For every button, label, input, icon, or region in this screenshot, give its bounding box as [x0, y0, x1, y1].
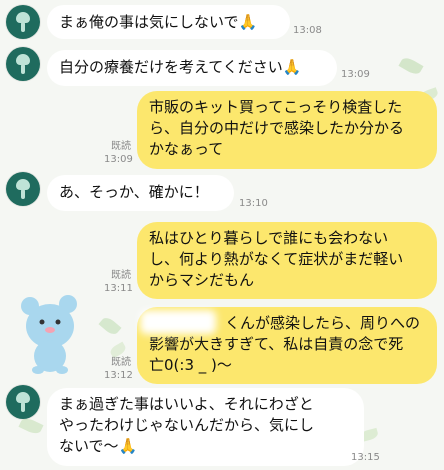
message-line: ら、自分の中だけで感染したか分かる — [149, 119, 405, 137]
message-time: 13:12 — [104, 370, 133, 381]
message-text: 自分の療養だけを考えてください🙏 — [59, 58, 302, 76]
message-bubble-incoming[interactable]: まぁ過ぎた事はいいよ、それにわざと やったわけじゃないんだから、気にし ないで〜… — [47, 388, 364, 466]
avatar-icon[interactable] — [6, 5, 40, 39]
message-line: からマシだもん — [149, 271, 255, 289]
message-line: 亡0(:3 _ )〜 — [149, 356, 232, 374]
message-time: 13:11 — [104, 283, 133, 294]
message-bubble-incoming[interactable]: あ、そっか、確かに！ — [47, 175, 234, 211]
message-time: 13:15 — [351, 452, 380, 463]
message-bubble-outgoing[interactable]: 市販のキット買ってこっそり検査した ら、自分の中だけで感染したか分かる かなぁっ… — [137, 91, 437, 169]
message-time: 13:10 — [239, 198, 268, 209]
avatar-icon[interactable] — [6, 172, 40, 206]
message-time: 13:09 — [341, 69, 370, 80]
message-line: 私はひとり暮らしで誰にも会わない — [149, 229, 389, 247]
avatar-icon[interactable] — [6, 47, 40, 81]
message-line: かなぁって — [149, 140, 224, 158]
message-time: 13:09 — [104, 154, 133, 165]
message-text: くんが感染したら、周りへの — [225, 314, 421, 332]
avatar-icon[interactable] — [6, 385, 40, 419]
bear-sticker-icon — [21, 295, 77, 374]
message-line: やったわけじゃないんだから、気にし — [59, 416, 315, 434]
read-receipt: 既読 — [111, 141, 131, 152]
message-text: あ、そっか、確かに！ — [59, 183, 209, 201]
message-bubble-incoming[interactable]: まぁ俺の事は気にしないで🙏 — [47, 5, 290, 39]
message-time: 13:08 — [293, 25, 322, 36]
message-bubble-outgoing[interactable]: 私はひとり暮らしで誰にも会わない し、何より熱がなくて症状がまだ軽い からマシだ… — [137, 222, 437, 299]
message-line: 影響が大きすぎて、私は自責の念で死 — [149, 335, 404, 353]
message-line: ないで〜🙏 — [59, 437, 138, 455]
read-receipt: 既読 — [111, 357, 131, 368]
message-text: まぁ俺の事は気にしないで🙏 — [59, 13, 258, 31]
message-line: 市販のキット買ってこっそり検査した — [149, 98, 403, 116]
message-bubble-incoming[interactable]: 自分の療養だけを考えてください🙏 — [47, 50, 337, 86]
read-receipt: 既読 — [111, 270, 131, 281]
message-line: まぁ過ぎた事はいいよ、それにわざと — [59, 395, 314, 413]
message-line: し、何より熱がなくて症状がまだ軽い — [149, 250, 404, 268]
redacted-name — [140, 310, 216, 334]
